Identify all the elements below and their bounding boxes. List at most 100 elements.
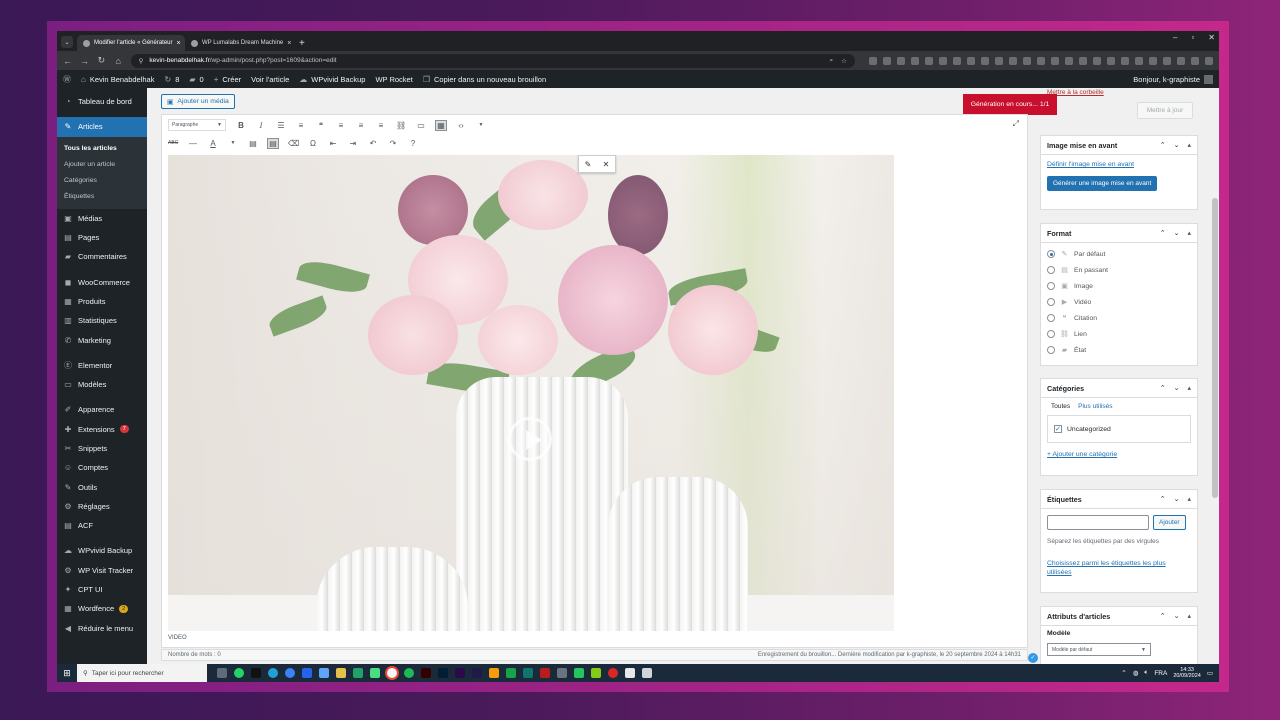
app-icon[interactable] bbox=[608, 668, 618, 678]
code-icon[interactable]: ‹› bbox=[456, 121, 466, 130]
extension-icon[interactable] bbox=[1149, 56, 1157, 65]
browser-icon[interactable] bbox=[285, 668, 295, 678]
menu-wordfence[interactable]: ▦ Wordfence 2 bbox=[57, 599, 147, 618]
extension-icon[interactable] bbox=[1121, 56, 1129, 65]
menu-dashboard[interactable]: ◔ Tableau de bord bbox=[57, 92, 147, 111]
chevron-down-icon[interactable]: ⌄ bbox=[1174, 495, 1180, 503]
submenu-add-article[interactable]: Ajouter un article bbox=[57, 157, 147, 173]
extension-icon[interactable] bbox=[911, 56, 919, 65]
play-icon[interactable] bbox=[508, 417, 552, 461]
chevron-down-icon[interactable]: ⌄ bbox=[1174, 384, 1180, 392]
chevron-down-icon[interactable]: ⌄ bbox=[1174, 141, 1180, 149]
toggle-arrow-icon[interactable]: ▴ bbox=[1187, 141, 1191, 149]
spotify-icon[interactable] bbox=[404, 668, 414, 678]
horizontal-line-icon[interactable]: — bbox=[188, 139, 198, 148]
align-center-icon[interactable]: ≡ bbox=[356, 121, 366, 130]
redo-icon[interactable]: ↷ bbox=[388, 139, 398, 148]
tray-chevron-icon[interactable]: ⌃ bbox=[1121, 669, 1126, 677]
format-option-status[interactable]: ▰ État bbox=[1047, 342, 1191, 358]
tab-all-categories[interactable]: Toutes bbox=[1051, 403, 1070, 410]
format-option-quote[interactable]: ❝ Citation bbox=[1047, 310, 1191, 326]
clock[interactable]: 14:33 20/09/2024 bbox=[1173, 667, 1201, 679]
format-select[interactable]: Paragraphe ▼ bbox=[168, 119, 226, 131]
extension-icon[interactable] bbox=[925, 56, 933, 65]
choose-tags-link[interactable]: Choisissez parmi les étiquettes les plus… bbox=[1047, 560, 1191, 578]
app-icon[interactable] bbox=[557, 668, 567, 678]
chevron-down-icon[interactable]: ▼ bbox=[228, 140, 238, 146]
extension-icon[interactable] bbox=[1107, 56, 1115, 65]
menu-models[interactable]: ▭ Modèles bbox=[57, 375, 147, 394]
menu-elementor[interactable]: Ⓔ Elementor bbox=[57, 356, 147, 375]
blockquote-icon[interactable]: ❝ bbox=[316, 121, 326, 130]
format-option-video[interactable]: ▶ Vidéo bbox=[1047, 294, 1191, 310]
menu-visit-tracker[interactable]: ⚙ WP Visit Tracker bbox=[57, 561, 147, 580]
outdent-icon[interactable]: ⇤ bbox=[328, 139, 338, 148]
menu-medias[interactable]: ▣ Médias bbox=[57, 209, 147, 228]
chevron-down-icon[interactable]: ⌄ bbox=[1174, 229, 1180, 237]
menu-tools[interactable]: ✎ Outils bbox=[57, 477, 147, 496]
extension-icon[interactable] bbox=[1177, 56, 1185, 65]
bold-icon[interactable]: B bbox=[236, 121, 246, 130]
extension-icon[interactable] bbox=[1191, 56, 1199, 65]
close-window-icon[interactable]: ✕ bbox=[1208, 33, 1215, 42]
set-featured-image-link[interactable]: Définir l'image mise en avant bbox=[1047, 161, 1191, 168]
radio-button[interactable] bbox=[1047, 314, 1055, 322]
menu-pages[interactable]: ▤ Pages bbox=[57, 228, 147, 247]
extension-icon[interactable] bbox=[1135, 56, 1143, 65]
task-view-icon[interactable] bbox=[217, 668, 227, 678]
extension-icon[interactable] bbox=[1205, 56, 1213, 65]
fullscreen-icon[interactable]: ⤢ bbox=[1013, 119, 1019, 129]
page-scrollbar[interactable] bbox=[1211, 88, 1219, 664]
chevron-down-icon[interactable]: ▼ bbox=[476, 122, 486, 128]
extension-icon[interactable] bbox=[1079, 56, 1087, 65]
paste-text-icon[interactable]: ▤ bbox=[248, 139, 258, 148]
extension-icon[interactable] bbox=[967, 56, 975, 65]
format-option-link[interactable]: ⛓ Lien bbox=[1047, 326, 1191, 342]
category-checkbox[interactable]: ✓ bbox=[1054, 425, 1062, 433]
app-icon[interactable] bbox=[642, 668, 652, 678]
site-info-icon[interactable]: ⚲ bbox=[139, 57, 144, 65]
extension-icon[interactable] bbox=[1065, 56, 1073, 65]
submenu-categories[interactable]: Catégories bbox=[57, 173, 147, 189]
remove-icon[interactable]: ✕ bbox=[603, 160, 610, 169]
grammar-check-icon[interactable]: ✓ bbox=[1028, 653, 1038, 663]
illustrator-icon[interactable] bbox=[421, 668, 431, 678]
clear-formatting-icon[interactable]: ⌫ bbox=[288, 139, 299, 148]
align-right-icon[interactable]: ≡ bbox=[376, 121, 386, 130]
back-icon[interactable]: ← bbox=[63, 56, 72, 66]
admin-bar-view-post[interactable]: Voir l'article bbox=[251, 75, 289, 84]
chevron-up-icon[interactable]: ⌃ bbox=[1160, 229, 1166, 237]
admin-bar-wprocket[interactable]: WP Rocket bbox=[375, 75, 412, 84]
app-icon[interactable] bbox=[523, 668, 533, 678]
extension-icon[interactable] bbox=[1023, 56, 1031, 65]
zoom-icon[interactable]: ⌕ bbox=[830, 57, 834, 65]
add-tag-button[interactable]: Ajouter bbox=[1153, 515, 1186, 530]
network-icon[interactable]: ◍ bbox=[1133, 669, 1139, 677]
admin-bar-wpvivid[interactable]: ☁ WPvivid Backup bbox=[299, 75, 365, 84]
chrome-icon[interactable] bbox=[387, 668, 397, 678]
format-option-default[interactable]: ✎ Par défaut bbox=[1047, 246, 1191, 262]
app-icon[interactable] bbox=[506, 668, 516, 678]
video-preview[interactable] bbox=[168, 155, 894, 631]
chevron-down-icon[interactable]: ⌄ bbox=[1174, 612, 1180, 620]
telegram-icon[interactable] bbox=[268, 668, 278, 678]
browser-tab[interactable]: WP Lumalabs Dream Machine × bbox=[185, 35, 293, 51]
menu-stats[interactable]: ▥ Statistiques bbox=[57, 311, 147, 330]
chevron-up-icon[interactable]: ⌃ bbox=[1160, 384, 1166, 392]
maximize-icon[interactable]: ▫ bbox=[1191, 33, 1194, 42]
menu-articles[interactable]: ✎ Articles bbox=[57, 117, 147, 137]
format-option-image[interactable]: ▣ Image bbox=[1047, 278, 1191, 294]
extension-icon[interactable] bbox=[1051, 56, 1059, 65]
toggle-arrow-icon[interactable]: ▴ bbox=[1187, 612, 1191, 620]
app-icon[interactable] bbox=[489, 668, 499, 678]
app-icon[interactable] bbox=[302, 668, 312, 678]
new-tab-icon[interactable]: + bbox=[293, 38, 311, 51]
extension-icon[interactable] bbox=[869, 56, 877, 65]
bullet-list-icon[interactable]: ☰ bbox=[276, 121, 286, 130]
extension-icon[interactable] bbox=[1037, 56, 1045, 65]
numbered-list-icon[interactable]: ≡ bbox=[296, 121, 306, 130]
read-more-icon[interactable]: ▭ bbox=[416, 121, 426, 130]
extension-icon[interactable] bbox=[995, 56, 1003, 65]
radio-button[interactable] bbox=[1047, 266, 1055, 274]
menu-products[interactable]: ▦ Produits bbox=[57, 292, 147, 311]
